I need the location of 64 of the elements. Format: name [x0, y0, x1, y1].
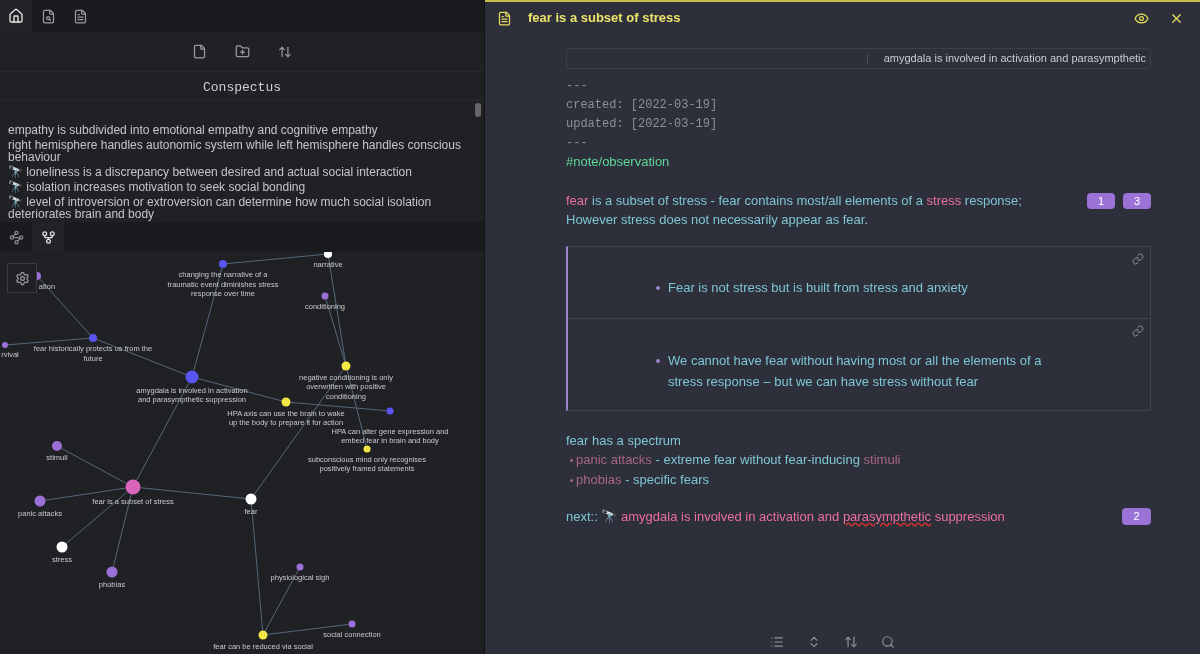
breadcrumb-text: amygdala is involved in activation and parasympthetic: [883, 51, 1146, 67]
settings-button[interactable]: [7, 263, 37, 293]
next-link-line: next:: 🔭 amygdala is involved in activation and parasympthetic suppression: [566, 509, 1005, 524]
new-note-icon: [192, 44, 207, 60]
graph-node[interactable]: [2, 342, 8, 348]
graph-node[interactable]: [258, 630, 268, 640]
embed-text: Fear is not stress but is built from stress and anxiety: [668, 279, 968, 297]
reference-count[interactable]: 3: [1123, 193, 1151, 209]
graph-node[interactable]: [56, 541, 68, 553]
spectrum-heading: fear has a spectrum: [566, 432, 681, 450]
graph-node[interactable]: [106, 566, 118, 578]
file-item[interactable]: right hemisphere handles autonomic system while left hemisphere handles conscious behaviour: [8, 139, 468, 163]
graph-node[interactable]: [89, 334, 97, 342]
sort-icon: [278, 44, 292, 59]
graph-node[interactable]: [348, 620, 356, 628]
graph-node[interactable]: [219, 260, 227, 268]
frontmatter-line: updated: [2022-03-19]: [566, 116, 718, 133]
tag-link[interactable]: #note/observation: [566, 153, 670, 171]
new-folder-icon: [235, 44, 250, 60]
graph-node[interactable]: [281, 397, 291, 407]
graph-node[interactable]: [321, 292, 329, 300]
eye-icon: [1134, 10, 1149, 26]
spectrum-item: phobias - specific fears: [576, 471, 709, 489]
graph-node[interactable]: [125, 479, 141, 495]
sort-button[interactable]: [844, 635, 858, 649]
graph-node[interactable]: [324, 252, 332, 258]
document-icon: [497, 10, 512, 26]
search-icon: [881, 635, 895, 649]
link-icon: [1132, 253, 1144, 265]
nodes-icon: [8, 229, 24, 245]
reference-count[interactable]: 1: [1087, 193, 1115, 209]
note-paragraph: fear is a subset of stress - fear contains most/all elements of a stress response; However stress does not necessarily appear as fear.: [566, 193, 1022, 227]
file-item[interactable]: empathy is subdivided into emotional empathy and cognitive empathy: [8, 124, 468, 136]
frontmatter-line: created: [2022-03-19]: [566, 97, 718, 114]
sort-icon: [844, 635, 858, 649]
note-title: fear is a subset of stress: [528, 9, 681, 28]
graph-node[interactable]: [386, 407, 394, 415]
outline-button[interactable]: [770, 635, 784, 649]
graph-node[interactable]: [245, 493, 257, 505]
vault-title: Conspectus: [203, 79, 281, 98]
document-icon: [72, 8, 88, 24]
list-icon: [770, 635, 784, 649]
graph-node[interactable]: [296, 563, 304, 571]
file-item[interactable]: 🔭 isolation increases motivation to seek social bonding: [8, 181, 468, 193]
home-icon: [8, 8, 24, 24]
frontmatter-line: ---: [566, 78, 588, 95]
settings-icon: [14, 270, 30, 286]
graph-node[interactable]: [341, 361, 351, 371]
graph-node[interactable]: [185, 370, 199, 384]
graph-node[interactable]: [34, 495, 46, 507]
sidebar-tab[interactable]: [0, 0, 32, 32]
graph-node[interactable]: [52, 441, 62, 451]
graph-node[interactable]: [363, 445, 371, 453]
file-search-icon: [40, 8, 56, 24]
embed-text: We cannot have fear without having most or all the elements of a stress response – but we can have stress without fear: [668, 352, 1043, 391]
frontmatter-line: ---: [566, 135, 588, 152]
branch-icon: [40, 229, 56, 245]
file-item[interactable]: 🔭 level of introversion or extroversion can determine how much social isolation deteriorates brain and body: [8, 196, 468, 220]
search-button[interactable]: [881, 635, 895, 649]
scrollbar-thumb[interactable]: [475, 102, 481, 117]
file-item[interactable]: 🔭 loneliness is a discrepancy between desired and actual social interaction: [8, 166, 468, 178]
spectrum-item: panic attacks - extreme fear without fear-inducing stimuli: [576, 451, 901, 469]
reference-count[interactable]: 2: [1122, 508, 1151, 525]
link-icon: [1132, 325, 1144, 337]
